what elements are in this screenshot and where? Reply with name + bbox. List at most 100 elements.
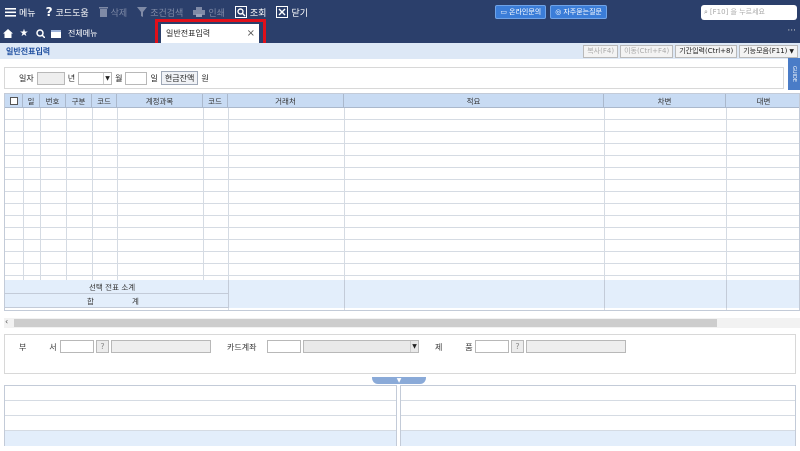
col-summary: 적요 [344,94,604,108]
chevron-left-icon[interactable]: ‹ [5,317,8,326]
list-item[interactable] [401,416,795,431]
table-row[interactable] [5,216,799,228]
table-row[interactable] [5,264,799,276]
date-label: 일자 [19,73,34,83]
list-summary-row [5,431,396,446]
lower-left-table [4,385,397,446]
code-help-button[interactable]: ? 코드도움 [41,0,94,24]
monitor-icon: ▭ [500,8,508,16]
dept-lookup-button[interactable]: ? [96,340,109,353]
table-row[interactable] [5,168,799,180]
col-account-code: 코드 [92,94,117,108]
table-row[interactable] [5,204,799,216]
journal-grid: 일 번호 구분 코드 계정과목 코드 거래처 적요 차변 대변 선택 전표 소계 [4,93,800,311]
calendar-icon[interactable] [48,29,64,38]
col-client-code: 코드 [203,94,228,108]
total-label: 합 계 [87,297,139,306]
search-icon [234,6,247,18]
col-type: 구분 [66,94,92,108]
page-title: 일반전표입력 [6,46,51,56]
checkbox[interactable] [9,97,18,105]
list-item[interactable] [401,386,795,401]
header-select-all[interactable] [5,94,23,108]
dept-name-field [111,340,211,353]
search-placeholder: [F10] 을 누르세요 [709,8,765,16]
list-item[interactable] [5,401,396,416]
trash-icon [98,7,108,17]
list-summary-row [401,431,795,446]
hamburger-icon [5,7,16,17]
table-row[interactable] [5,120,799,132]
col-number: 번호 [40,94,66,108]
product-lookup-button[interactable]: ? [511,340,524,353]
table-row[interactable] [5,108,799,120]
col-debit: 차변 [604,94,726,108]
total-debit-cell [604,294,726,308]
col-divider [40,108,41,280]
col-divider [117,108,118,280]
printer-icon [193,7,206,17]
faq-button[interactable]: ◎ 자주묻는질문 [550,5,607,19]
day-suffix: 일 [150,73,158,83]
question-icon: ? [45,5,53,19]
table-row[interactable] [5,228,799,240]
col-divider [23,108,24,280]
list-item[interactable] [401,401,795,416]
scroll-thumb[interactable] [14,319,717,327]
table-row[interactable] [5,192,799,204]
col-divider [66,108,67,280]
features-button[interactable]: 기능모음(F11) ▼ [739,44,798,58]
main-toolbar: 메뉴 ? 코드도움 삭제 조건검색 인쇄 조회 닫기 ▭ 온라인문의 ◎ 자주묻… [0,0,800,24]
table-row[interactable] [5,240,799,252]
dept-code-input[interactable] [60,340,94,353]
list-item[interactable] [5,386,396,401]
won-label: 원 [201,73,209,83]
close-window-button[interactable]: 닫기 [271,0,313,24]
date-filter-row: 일자 년 ▼ 월 일 현금잔액 원 [4,67,784,89]
copy-button[interactable]: 복사(F4) [583,44,619,58]
star-icon[interactable]: ★ [16,28,32,39]
page-title-bar: 일반전표입력 복사(F4) 이동(Ctrl+F4) 기간입력(Ctrl+8) 기… [0,43,800,59]
lower-right-table [400,385,796,446]
product-code-input[interactable] [475,340,509,353]
total-credit-cell [726,294,799,308]
move-button[interactable]: 이동(Ctrl+F4) [620,44,674,58]
list-item[interactable] [5,416,396,431]
card-code-input[interactable] [267,340,301,353]
year-input[interactable] [36,71,65,85]
table-row[interactable] [5,144,799,156]
page-actions: 복사(F4) 이동(Ctrl+F4) 기간입력(Ctrl+8) 기능모음(F11… [583,44,800,58]
total-cell [344,294,604,308]
subtotal-cell [228,280,344,294]
guide-tab[interactable]: GUIDE [788,58,800,90]
magnifier-nav-icon[interactable] [32,29,48,38]
funnel-icon [137,7,148,17]
month-select[interactable]: ▼ [78,71,113,85]
chevron-down-icon: ▼ [103,72,111,84]
global-search-input[interactable]: ⌕ [F10] 을 누르세요 [701,4,797,20]
chevron-down-icon: ▼ [396,377,402,384]
period-input-button[interactable]: 기간입력(Ctrl+8) [675,44,738,58]
horizontal-scrollbar[interactable]: ‹ [4,317,800,328]
online-consult-button[interactable]: ▭ 온라인문의 [495,5,547,19]
tab-all-menu-label: 전체메뉴 [68,29,98,38]
tab-all-menu[interactable]: 전체메뉴 [68,28,97,39]
delete-label: 삭제 [110,8,128,19]
month-suffix: 월 [115,73,123,83]
cash-balance-button[interactable]: 현금잔액 [160,71,199,85]
more-dots-icon[interactable]: ··· [787,26,796,36]
day-input[interactable] [125,71,148,85]
card-select[interactable]: ▼ [303,340,419,353]
col-divider [203,108,204,280]
delete-button[interactable]: 삭제 [94,0,133,24]
col-client: 거래처 [228,94,344,108]
table-row[interactable] [5,132,799,144]
product-name-field [526,340,626,353]
table-row[interactable] [5,156,799,168]
table-row[interactable] [5,180,799,192]
online-consult-label: 온라인문의 [509,8,542,16]
menu-button[interactable]: 메뉴 [0,0,41,24]
home-icon[interactable] [0,29,16,38]
collapse-toggle[interactable]: ▼ [372,377,426,384]
table-row[interactable] [5,252,799,264]
